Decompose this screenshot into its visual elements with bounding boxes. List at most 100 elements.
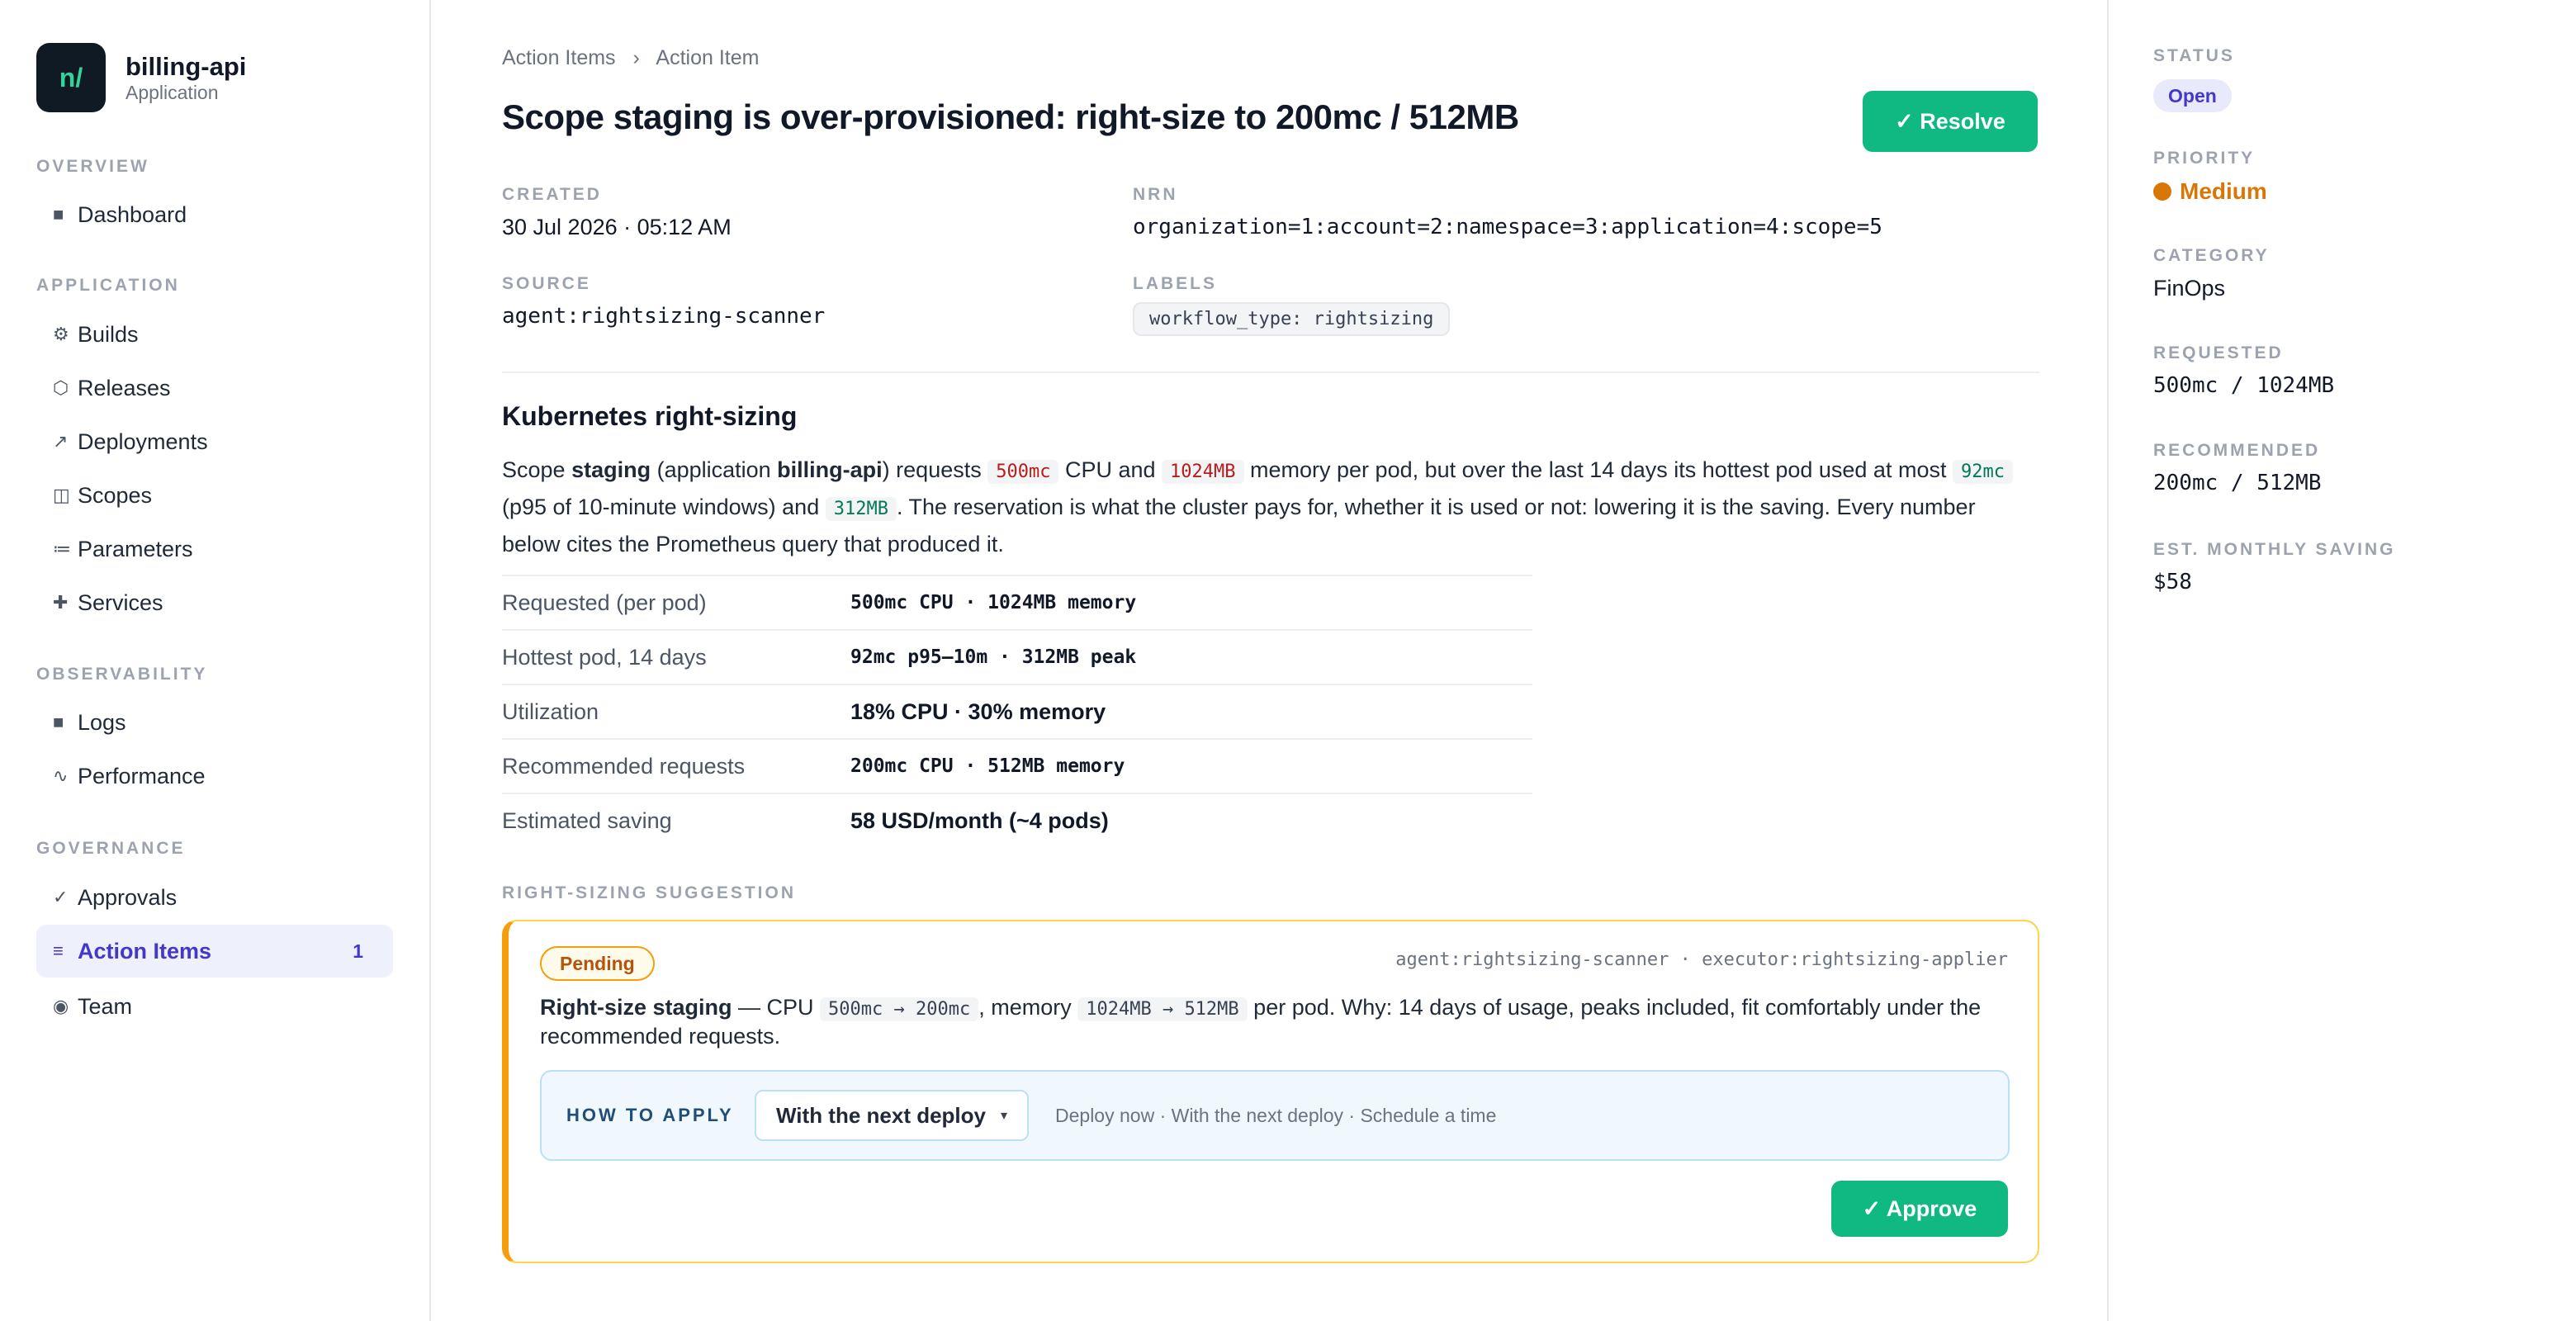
nrn-label: NRN bbox=[1133, 185, 1178, 204]
label-chip: workflow_type: rightsizing bbox=[1133, 302, 1451, 336]
cpu-change-code: 500mc → 200mc bbox=[820, 997, 979, 1021]
recommended-label: RECOMMENDED bbox=[2153, 441, 2321, 460]
breadcrumb-link-action-items[interactable]: Action Items bbox=[502, 46, 616, 69]
category-label: CATEGORY bbox=[2153, 246, 2270, 265]
sidebar: n/ billing-api Application OVERVIEW ■ Da… bbox=[0, 0, 431, 1321]
table-row: Utilization 18% CPU · 30% memory bbox=[502, 684, 1532, 738]
cpu-requested-code: 500mc bbox=[987, 460, 1059, 484]
recommended-value: 200mc / 512MB bbox=[2153, 471, 2322, 495]
table-row: Hottest pod, 14 days 92mc p95–10m · 312M… bbox=[502, 629, 1532, 684]
memory-change-code: 1024MB → 512MB bbox=[1077, 997, 1248, 1021]
saving-label: EST. MONTHLY SAVING bbox=[2153, 540, 2396, 559]
details-panel: STATUS Open PRIORITY Medium CATEGORY Fin… bbox=[2107, 0, 2576, 1321]
table-row: Estimated saving 58 USD/month (~4 pods) bbox=[502, 793, 1532, 847]
sidebar-item-services[interactable]: ✚ Services bbox=[36, 576, 393, 629]
sidebar-item-label: Team bbox=[78, 993, 133, 1019]
how-to-apply-box: HOW TO APPLY With the next deploy ▾ Depl… bbox=[540, 1070, 2010, 1161]
sidebar-item-parameters[interactable]: ≔ Parameters bbox=[36, 523, 393, 575]
sidebar-item-label: Action Items bbox=[78, 938, 212, 964]
app-logo: n/ bbox=[36, 43, 106, 112]
sidebar-item-label: Builds bbox=[78, 321, 139, 347]
arrow-up-right-icon: ↗ bbox=[53, 431, 69, 452]
hexagon-icon: ⬡ bbox=[53, 377, 69, 398]
app-name: billing-api bbox=[125, 52, 247, 81]
apply-mode-value: With the next deploy bbox=[776, 1102, 986, 1128]
section-heading: Kubernetes right-sizing bbox=[502, 401, 798, 431]
sidebar-item-scopes[interactable]: ◫ Scopes bbox=[36, 469, 393, 522]
memory-requested-code: 1024MB bbox=[1162, 460, 1244, 484]
sidebar-item-performance[interactable]: ∿ Performance bbox=[36, 750, 393, 803]
nav-section-overview: OVERVIEW bbox=[36, 157, 149, 176]
suggestion-card: Pending agent:rightsizing-scanner · exec… bbox=[502, 920, 2039, 1263]
nav-section-observability: OBSERVABILITY bbox=[36, 665, 208, 684]
created-value: 30 Jul 2026 · 05:12 AM bbox=[502, 215, 732, 239]
main-content: Action Items › Action Item Scope staging… bbox=[433, 0, 2107, 1321]
priority-value: Medium bbox=[2153, 178, 2267, 205]
sidebar-item-deployments[interactable]: ↗ Deployments bbox=[36, 415, 393, 468]
sidebar-item-label: Logs bbox=[78, 709, 126, 735]
sidebar-item-label: Dashboard bbox=[78, 201, 187, 227]
count-badge: 1 bbox=[353, 940, 363, 962]
sidebar-item-action-items[interactable]: ≡ Action Items 1 bbox=[36, 925, 393, 978]
app-type: Application bbox=[125, 82, 219, 103]
chevron-down-icon: ▾ bbox=[1000, 1109, 1007, 1123]
divider bbox=[502, 372, 2039, 373]
scopes-icon: ◫ bbox=[53, 485, 70, 505]
apply-options-hint: Deploy now · With the next deploy · Sche… bbox=[1055, 1105, 1497, 1126]
square-icon: ■ bbox=[53, 712, 64, 732]
page-title: Scope staging is over-provisioned: right… bbox=[502, 97, 1519, 136]
sidebar-item-label: Performance bbox=[78, 763, 206, 788]
table-row: Recommended requests 200mc CPU · 512MB m… bbox=[502, 738, 1532, 793]
requested-label: REQUESTED bbox=[2153, 343, 2284, 362]
team-icon: ◉ bbox=[53, 996, 69, 1016]
sidebar-item-label: Approvals bbox=[78, 884, 178, 910]
wave-icon: ∿ bbox=[53, 765, 69, 786]
status-label: STATUS bbox=[2153, 46, 2235, 65]
description-paragraph: Scope staging (application billing-api) … bbox=[502, 452, 2038, 562]
created-label: CREATED bbox=[502, 185, 602, 204]
status-badge: Open bbox=[2153, 79, 2232, 112]
cpu-used-code: 92mc bbox=[1952, 460, 2013, 484]
sizing-table: Requested (per pod) 500mc CPU · 1024MB m… bbox=[502, 575, 1532, 847]
priority-dot-icon bbox=[2153, 182, 2171, 201]
square-icon: ■ bbox=[53, 204, 64, 225]
resolve-button[interactable]: ✓ Resolve bbox=[1863, 91, 2038, 152]
sidebar-item-releases[interactable]: ⬡ Releases bbox=[36, 362, 393, 414]
source-value: agent:rightsizing-scanner bbox=[502, 304, 826, 329]
plus-icon: ✚ bbox=[53, 592, 69, 613]
sidebar-item-label: Scopes bbox=[78, 482, 153, 508]
category-value: FinOps bbox=[2153, 276, 2226, 301]
breadcrumb-current: Action Item bbox=[656, 46, 760, 69]
agents-text: agent:rightsizing-scanner · executor:rig… bbox=[1395, 949, 2008, 970]
sidebar-item-label: Parameters bbox=[78, 536, 193, 561]
sidebar-item-team[interactable]: ◉ Team bbox=[36, 980, 393, 1033]
list-icon: ≡ bbox=[53, 940, 64, 961]
priority-label: PRIORITY bbox=[2153, 149, 2256, 168]
sidebar-item-label: Deployments bbox=[78, 428, 208, 454]
sidebar-item-label: Releases bbox=[78, 375, 171, 400]
nrn-value: organization=1:account=2:namespace=3:app… bbox=[1133, 215, 1882, 239]
apply-mode-select[interactable]: With the next deploy ▾ bbox=[755, 1090, 1029, 1141]
suggestion-section-label: RIGHT-SIZING SUGGESTION bbox=[502, 883, 797, 902]
sidebar-item-logs[interactable]: ■ Logs bbox=[36, 696, 393, 749]
table-row: Requested (per pod) 500mc CPU · 1024MB m… bbox=[502, 575, 1532, 629]
approve-button[interactable]: ✓ Approve bbox=[1831, 1181, 2008, 1237]
requested-value: 500mc / 1024MB bbox=[2153, 373, 2335, 398]
app-header[interactable]: n/ billing-api Application bbox=[36, 43, 246, 112]
list-icon: ≔ bbox=[53, 538, 71, 559]
check-icon: ✓ bbox=[53, 887, 69, 907]
memory-used-code: 312MB bbox=[825, 497, 897, 521]
breadcrumb: Action Items › Action Item bbox=[502, 46, 759, 70]
gear-icon: ⚙ bbox=[53, 324, 69, 344]
how-to-apply-label: HOW TO APPLY bbox=[566, 1105, 734, 1125]
source-label: SOURCE bbox=[502, 274, 591, 293]
nav-section-application: APPLICATION bbox=[36, 276, 180, 295]
nav-section-governance: GOVERNANCE bbox=[36, 839, 186, 858]
breadcrumb-separator: › bbox=[632, 46, 640, 69]
labels-label: LABELS bbox=[1133, 274, 1217, 293]
saving-value: $58 bbox=[2153, 570, 2192, 594]
sidebar-item-label: Services bbox=[78, 589, 163, 615]
sidebar-item-builds[interactable]: ⚙ Builds bbox=[36, 308, 393, 361]
sidebar-item-approvals[interactable]: ✓ Approvals bbox=[36, 871, 393, 924]
sidebar-item-dashboard[interactable]: ■ Dashboard bbox=[36, 188, 393, 241]
